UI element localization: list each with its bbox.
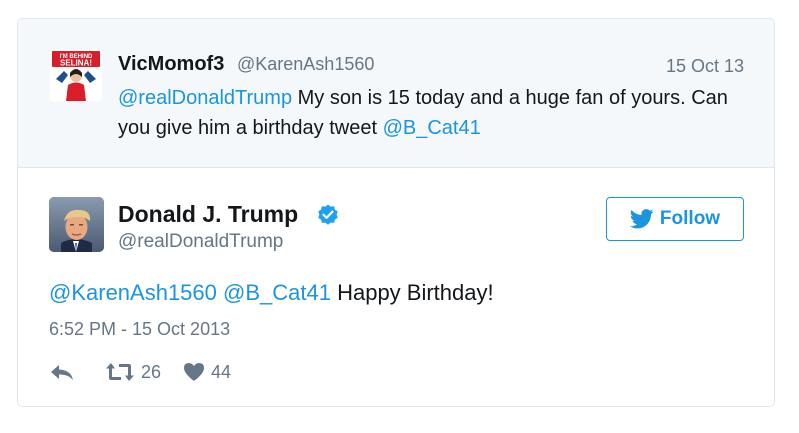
author-handle[interactable]: @realDonaldTrump: [118, 231, 283, 253]
parent-display-name[interactable]: VicMomof3: [118, 53, 224, 76]
mention-link[interactable]: @realDonaldTrump: [118, 87, 292, 109]
parent-handle[interactable]: @KarenAsh1560: [237, 54, 374, 75]
tweet-text-body: Happy Birthday!: [330, 280, 494, 305]
tweet-actions: 26 44: [49, 360, 231, 384]
twitter-bird-icon: [629, 209, 654, 229]
reply-button[interactable]: [49, 362, 75, 382]
heart-icon: [184, 363, 205, 381]
selina-avatar-icon: I'M BEHIND SELINA!: [50, 49, 102, 101]
retweet-icon: [106, 363, 134, 381]
mention-link[interactable]: @KarenAsh1560: [49, 280, 217, 305]
follow-button[interactable]: Follow: [606, 197, 744, 241]
like-button[interactable]: 44: [183, 362, 231, 383]
reply-icon: [51, 365, 73, 380]
retweet-count: 26: [141, 361, 162, 382]
author-avatar[interactable]: [49, 197, 104, 252]
parent-avatar[interactable]: I'M BEHIND SELINA!: [50, 49, 102, 101]
avatar-line2: SELINA!: [60, 59, 92, 68]
follow-label: Follow: [659, 208, 721, 229]
mention-link[interactable]: @B_Cat41: [383, 117, 481, 139]
author-display-name[interactable]: Donald J. Trump: [118, 201, 298, 228]
mention-link[interactable]: @B_Cat41: [223, 280, 331, 305]
parent-date[interactable]: 15 Oct 13: [666, 56, 744, 77]
tweet-text: @KarenAsh1560 @B_Cat41 Happy Birthday!: [49, 280, 494, 306]
tweet-timestamp[interactable]: 6:52 PM - 15 Oct 2013: [49, 319, 230, 340]
like-count: 44: [211, 361, 232, 382]
parent-tweet[interactable]: I'M BEHIND SELINA! VicMomof3 @KarenAsh15…: [18, 19, 774, 168]
verified-badge-icon: [318, 204, 338, 225]
parent-tweet-text: @realDonaldTrump My son is 15 today and …: [118, 83, 738, 143]
embedded-tweet-card: I'M BEHIND SELINA! VicMomof3 @KarenAsh15…: [17, 18, 775, 407]
trump-avatar-icon: [49, 197, 104, 252]
retweet-button[interactable]: 26: [105, 362, 161, 383]
